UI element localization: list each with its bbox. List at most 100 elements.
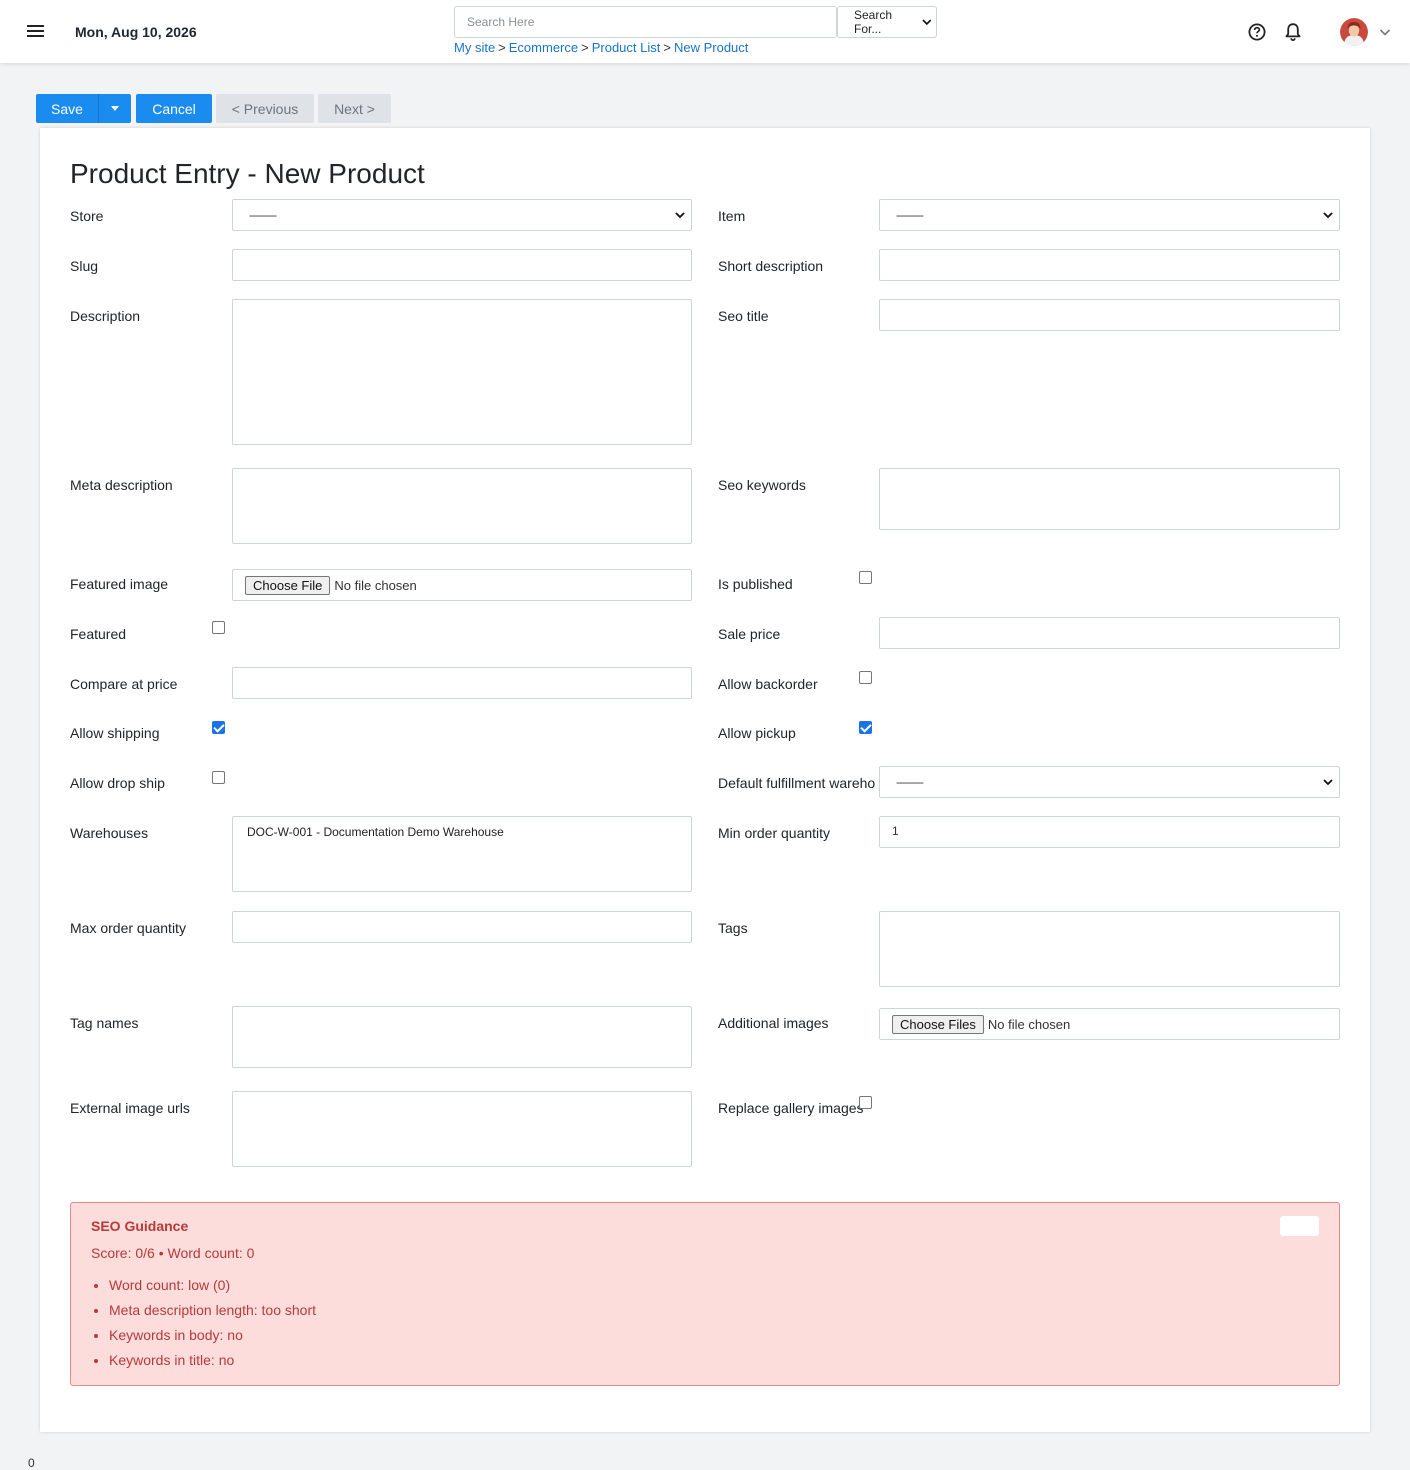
- seo-score: Score: 0/6 • Word count: 0: [91, 1245, 255, 1261]
- allow-pickup-checkbox[interactable]: [859, 721, 872, 734]
- save-button[interactable]: Save: [36, 94, 98, 123]
- max-order-quantity-label: Max order quantity: [70, 920, 186, 936]
- allow-backorder-label: Allow backorder: [718, 676, 818, 692]
- next-button[interactable]: Next >: [318, 94, 391, 123]
- description-label: Description: [70, 308, 141, 324]
- allow-backorder-checkbox[interactable]: [859, 671, 872, 684]
- slug-label: Slug: [70, 258, 99, 274]
- help-icon[interactable]: [1248, 23, 1266, 41]
- seo-title-input[interactable]: [879, 299, 1340, 331]
- breadcrumb-product-list[interactable]: Product List: [592, 40, 661, 55]
- item-select-value: ---------: [896, 208, 924, 222]
- allow-drop-ship-label: Allow drop ship: [70, 775, 165, 791]
- seo-title-label: Seo title: [718, 308, 769, 324]
- choose-files-button[interactable]: Choose Files: [892, 1014, 984, 1034]
- breadcrumb: My site > Ecommerce > Product List > New Produ…: [454, 40, 748, 55]
- allow-shipping-checkbox[interactable]: [212, 721, 225, 734]
- replace-gallery-images-checkbox[interactable]: [859, 1096, 872, 1109]
- footer-text: 0: [28, 1456, 35, 1470]
- sale-price-label: Sale price: [718, 626, 781, 642]
- max-order-quantity-input[interactable]: [232, 911, 692, 943]
- additional-images-upload[interactable]: Choose Files No file chosen: [879, 1008, 1340, 1040]
- allow-shipping-label: Allow shipping: [70, 725, 160, 741]
- tag-names-label: Tag names: [70, 1015, 139, 1031]
- compare-at-price-input[interactable]: [232, 667, 692, 699]
- tags-label: Tags: [718, 920, 748, 936]
- chevron-down-icon[interactable]: [1378, 25, 1392, 39]
- additional-images-label: Additional images: [718, 1015, 829, 1031]
- min-order-quantity-label: Min order quantity: [718, 825, 831, 841]
- seo-guidance-title: SEO Guidance: [91, 1218, 189, 1234]
- meta-description-label: Meta description: [70, 477, 173, 493]
- is-published-checkbox[interactable]: [859, 571, 872, 584]
- seo-toggle-button[interactable]: [1280, 1216, 1319, 1236]
- meta-description-textarea[interactable]: [232, 468, 692, 544]
- search-scope-select[interactable]: Search For...: [837, 6, 937, 38]
- search-scope-label: Search For...: [854, 8, 893, 36]
- seo-keywords-label: Seo keywords: [718, 477, 806, 493]
- tag-names-textarea[interactable]: [232, 1006, 692, 1068]
- tags-multiselect[interactable]: [879, 911, 1340, 987]
- seo-check-item: Keywords in title: no: [109, 1350, 316, 1375]
- is-published-label: Is published: [718, 576, 793, 592]
- featured-image-upload[interactable]: Choose File No file chosen: [232, 569, 692, 601]
- current-date: Mon, Aug 10, 2026: [75, 24, 197, 40]
- cancel-button[interactable]: Cancel: [136, 94, 212, 123]
- replace-gallery-images-label: Replace gallery images: [718, 1100, 864, 1116]
- chevron-down-icon: [922, 19, 932, 26]
- top-navbar: Mon, Aug 10, 2026 Search For... My site>…: [0, 0, 1410, 63]
- allow-pickup-label: Allow pickup: [718, 725, 796, 741]
- allow-drop-ship-checkbox[interactable]: [212, 771, 225, 784]
- previous-button[interactable]: < Previous: [216, 94, 314, 123]
- file-status: No file chosen: [334, 577, 417, 593]
- search-input[interactable]: [454, 6, 837, 38]
- breadcrumb-separator: >: [663, 40, 671, 55]
- choose-file-button[interactable]: Choose File: [245, 575, 331, 595]
- store-label: Store: [70, 208, 104, 224]
- store-select-value: ---------: [249, 208, 277, 222]
- featured-label: Featured: [70, 626, 127, 642]
- warehouses-multiselect[interactable]: DOC-W-001 - Documentation Demo Warehouse: [232, 816, 692, 892]
- hamburger-icon[interactable]: [27, 23, 46, 39]
- min-order-quantity-input[interactable]: 1: [879, 816, 1340, 848]
- product-entry-card: Product Entry - New Product Store ------…: [40, 128, 1370, 1432]
- default-fulfillment-warehouse-label: Default fulfillment wareho: [718, 775, 876, 791]
- seo-check-item: Meta description length: too short: [109, 1300, 316, 1325]
- featured-checkbox[interactable]: [212, 621, 225, 634]
- featured-image-label: Featured image: [70, 576, 169, 592]
- item-label: Item: [718, 208, 746, 224]
- breadcrumb-my-site[interactable]: My site: [454, 40, 495, 55]
- bell-icon[interactable]: [1284, 22, 1302, 42]
- seo-checklist: Word count: low (0) Meta description len…: [91, 1275, 316, 1375]
- store-select[interactable]: ---------: [232, 199, 692, 231]
- item-select[interactable]: ---------: [879, 199, 1340, 231]
- default-warehouse-select-value: ---------: [896, 775, 924, 789]
- caret-down-icon: [111, 106, 119, 111]
- external-image-urls-label: External image urls: [70, 1100, 190, 1116]
- compare-at-price-label: Compare at price: [70, 676, 178, 692]
- external-image-urls-textarea[interactable]: [232, 1091, 692, 1167]
- breadcrumb-separator: >: [581, 40, 589, 55]
- short-description-label: Short description: [718, 258, 824, 274]
- breadcrumb-separator: >: [498, 40, 506, 55]
- avatar[interactable]: [1340, 18, 1368, 46]
- seo-check-item: Keywords in body: no: [109, 1325, 316, 1350]
- chevron-down-icon: [675, 212, 685, 219]
- page-title: Product Entry - New Product: [70, 158, 425, 189]
- breadcrumb-new-product[interactable]: New Product: [674, 40, 748, 55]
- sale-price-input[interactable]: [879, 617, 1340, 649]
- chevron-down-icon: [1323, 212, 1333, 219]
- default-fulfillment-warehouse-select[interactable]: ---------: [879, 766, 1340, 798]
- seo-check-item: Word count: low (0): [109, 1275, 316, 1300]
- short-description-input[interactable]: [879, 249, 1340, 281]
- warehouse-option[interactable]: DOC-W-001 - Documentation Demo Warehouse: [247, 825, 677, 839]
- save-options-dropdown[interactable]: [98, 94, 131, 123]
- files-status: No file chosen: [987, 1016, 1071, 1032]
- seo-keywords-textarea[interactable]: [879, 468, 1340, 530]
- slug-input[interactable]: [232, 249, 692, 281]
- description-textarea[interactable]: [232, 299, 692, 445]
- warehouses-label: Warehouses: [70, 825, 149, 841]
- chevron-down-icon: [1323, 779, 1333, 786]
- seo-guidance-alert: SEO Guidance Score: 0/6 • Word count: 0 …: [70, 1202, 1340, 1386]
- breadcrumb-ecommerce[interactable]: Ecommerce: [509, 40, 578, 55]
